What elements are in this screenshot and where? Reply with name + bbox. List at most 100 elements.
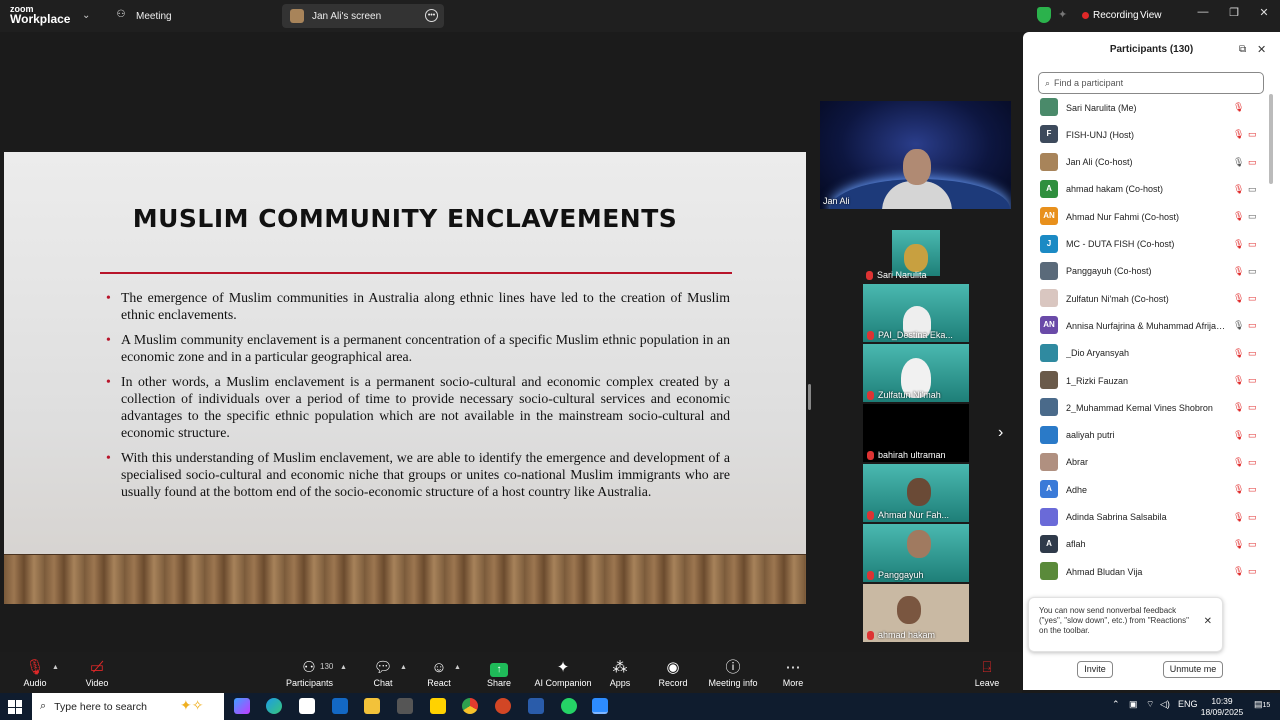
more-options-icon[interactable]: ••• [425, 9, 438, 22]
video-off-icon[interactable]: ▭ [1248, 293, 1257, 304]
restore-icon[interactable]: ❐ [1224, 6, 1244, 19]
video-off-icon[interactable]: ▭ [1248, 512, 1257, 523]
participant-row[interactable]: AN Annisa Nurfajrina & Muhammad Afrijalu.… [1023, 312, 1273, 339]
minimize-icon[interactable]: — [1193, 6, 1213, 18]
video-off-icon[interactable]: ▭ [1248, 457, 1257, 468]
file-explorer-icon[interactable] [364, 698, 380, 714]
participant-row[interactable]: Abrar 🎙︎ ▭ [1023, 449, 1273, 476]
mic-muted-icon[interactable]: 🎙︎ [1233, 266, 1244, 277]
react-button[interactable]: ☺ React [424, 658, 454, 692]
participant-row[interactable]: F FISH-UNJ (Host) 🎙︎ ▭ [1023, 121, 1273, 148]
ai-companion-button[interactable]: ✦ AI Companion [534, 658, 592, 692]
close-toast-icon[interactable]: ✕ [1204, 617, 1212, 627]
search-input[interactable]: ⌕ Find a participant [1038, 72, 1264, 94]
word-icon[interactable] [528, 698, 544, 714]
tab-shared-screen[interactable]: Jan Ali's screen ••• [282, 4, 444, 28]
volume-icon[interactable]: ◁) [1160, 699, 1170, 710]
pop-out-icon[interactable]: ⧉ [1239, 44, 1246, 55]
participant-row[interactable]: Panggayuh (Co-host) 🎙︎ ▭ [1023, 258, 1273, 285]
mic-muted-icon[interactable]: 🎙︎ [1233, 484, 1244, 495]
taskbar-search-input[interactable]: ⌕ Type here to search ✦✧ [32, 693, 224, 720]
participants-button[interactable]: ⚇ Participants 130 [286, 658, 333, 692]
mic-muted-icon[interactable]: 🎙︎ [1233, 457, 1244, 468]
chevron-down-icon[interactable]: ⌄ [82, 10, 90, 21]
video-off-icon[interactable]: ▭ [1248, 402, 1257, 413]
mic-muted-icon[interactable]: 🎙︎ [1233, 129, 1244, 140]
participant-row[interactable]: Sari Narulita (Me) 🎙︎ [1023, 94, 1273, 121]
chevron-up-icon[interactable]: ⌃ [1112, 699, 1120, 710]
audio-button[interactable]: 🎙︎ Audio [20, 658, 50, 692]
meeting-info-button[interactable]: ⓘ Meeting info [706, 658, 760, 692]
share-button[interactable]: ↑ Share [482, 658, 516, 692]
close-window-icon[interactable]: ✕ [1254, 6, 1274, 19]
mic-muted-icon[interactable]: 🎙︎ [1233, 566, 1244, 577]
participants-caret[interactable]: ▲ [340, 658, 348, 692]
notification-icon[interactable]: ▤15 [1254, 699, 1270, 710]
close-icon[interactable]: ✕ [1257, 43, 1266, 56]
video-off-icon[interactable]: ▭ [1248, 430, 1257, 441]
whatsapp-icon[interactable] [561, 698, 577, 714]
scrollbar[interactable] [1269, 94, 1273, 184]
store-icon[interactable] [299, 698, 315, 714]
more-button[interactable]: ⋯ More [778, 658, 808, 692]
chrome-browser-icon[interactable] [462, 698, 478, 714]
video-off-icon[interactable]: ▭ [1248, 320, 1257, 331]
windows-start-icon[interactable] [8, 700, 22, 714]
video-off-icon[interactable]: ▭ [1248, 239, 1257, 250]
mic-icon[interactable]: 🎙︎ [1233, 157, 1244, 168]
participant-row[interactable]: A Adhe 🎙︎ ▭ [1023, 476, 1273, 503]
apps-button[interactable]: ⁂ Apps [606, 658, 634, 692]
mic-muted-icon[interactable]: 🎙︎ [1233, 102, 1244, 113]
video-off-icon[interactable]: ▭ [1248, 157, 1257, 168]
mic-muted-icon[interactable]: 🎙︎ [1233, 184, 1244, 195]
participant-row[interactable]: Aaflah 🎙︎ ▭ [1023, 531, 1273, 558]
mic-muted-icon[interactable]: 🎙︎ [1233, 539, 1244, 550]
video-icon[interactable]: ▭ [1248, 211, 1257, 222]
mic-muted-icon[interactable]: 🎙︎ [1233, 512, 1244, 523]
participant-row[interactable]: AN Ahmad Nur Fahmi (Co-host) 🎙︎ ▭ [1023, 203, 1273, 230]
participant-row[interactable]: Ahmad Bludan Vija 🎙︎ ▭ [1023, 558, 1273, 585]
video-thumb[interactable]: Zulfatun Ni'mah [863, 344, 969, 402]
mic-muted-icon[interactable]: 🎙︎ [1233, 430, 1244, 441]
participant-row[interactable]: Adinda Sabrina Salsabila 🎙︎ ▭ [1023, 504, 1273, 531]
video-thumb[interactable]: PAI_Destina Eka... [863, 284, 969, 342]
speaker-video[interactable]: Jan Ali [820, 101, 1011, 209]
sticky-notes-icon[interactable] [430, 698, 446, 714]
video-off-icon[interactable]: ▭ [1248, 375, 1257, 386]
participant-row[interactable]: Zulfatun Ni'mah (Co-host) 🎙︎ ▭ [1023, 285, 1273, 312]
participant-row[interactable]: J MC - DUTA FISH (Co-host) 🎙︎ ▭ [1023, 231, 1273, 258]
video-off-icon[interactable]: ▭ [1248, 484, 1257, 495]
participant-row[interactable]: Aahmad hakam (Co-host) 🎙︎ ▭ [1023, 176, 1273, 203]
mic-muted-icon[interactable]: 🎙︎ [1233, 402, 1244, 413]
record-button[interactable]: ◉ Record [656, 658, 690, 692]
mic-muted-icon[interactable]: 🎙︎ [1233, 211, 1244, 222]
resize-handle[interactable] [808, 384, 811, 410]
leave-button[interactable]: ⍈ Leave [972, 658, 1002, 692]
participant-row[interactable]: aaliyah putri 🎙︎ ▭ [1023, 422, 1273, 449]
security-shield-icon[interactable] [1037, 7, 1051, 23]
network-icon[interactable]: ⌔ [1146, 699, 1154, 710]
video-button[interactable]: ▭̸ Video [82, 658, 112, 692]
mic-icon[interactable]: 🎙︎ [1233, 320, 1244, 331]
video-icon[interactable]: ▭ [1248, 266, 1257, 277]
outlook-icon[interactable] [332, 698, 348, 714]
mic-muted-icon[interactable]: 🎙︎ [1233, 239, 1244, 250]
video-thumb[interactable]: Panggayuh [863, 524, 969, 582]
react-caret[interactable]: ▲ [454, 658, 462, 692]
zoom-app-icon[interactable] [592, 698, 608, 714]
video-thumb[interactable]: ahmad hakam [863, 584, 969, 642]
tab-meeting[interactable]: ⚇ Meeting [106, 4, 276, 28]
video-off-icon[interactable]: ▭ [1248, 348, 1257, 359]
participant-row[interactable]: Jan Ali (Co-host) 🎙︎ ▭ [1023, 149, 1273, 176]
video-off-icon[interactable]: ▭ [1248, 539, 1257, 550]
mic-muted-icon[interactable]: 🎙︎ [1233, 375, 1244, 386]
ai-sparkle-icon[interactable]: ✦ [1058, 8, 1067, 21]
app-icon[interactable] [397, 698, 413, 714]
language-indicator[interactable]: ENG [1178, 699, 1198, 709]
invite-button[interactable]: Invite [1077, 661, 1113, 678]
powerpoint-icon[interactable] [495, 698, 511, 714]
chat-caret[interactable]: ▲ [400, 658, 408, 692]
copilot-icon[interactable] [234, 698, 250, 714]
video-thumb[interactable]: bahirah ultraman [863, 404, 969, 462]
unmute-me-button[interactable]: Unmute me [1163, 661, 1223, 678]
